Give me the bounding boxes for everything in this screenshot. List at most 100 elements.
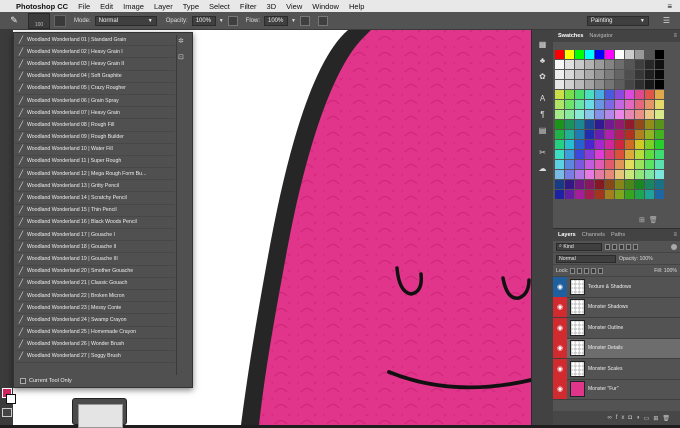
color-swatch[interactable] [625,180,634,189]
color-swatch[interactable] [645,70,654,79]
color-swatch[interactable] [655,160,664,169]
color-swatch[interactable] [605,110,614,119]
color-swatch[interactable] [585,190,594,199]
brush-preset-item[interactable]: ╱ Woodland Wonderland 18 | Gouache II [15,241,175,254]
color-swatch[interactable] [635,150,644,159]
brush-preset-item[interactable]: ╱ Woodland Wonderland 24 | Swamp Crayon [15,314,175,327]
color-swatch[interactable] [555,60,564,69]
color-swatch[interactable] [605,120,614,129]
color-swatch[interactable] [555,130,564,139]
airbrush-icon[interactable] [299,15,310,26]
color-swatch[interactable] [565,80,574,89]
brush-preset-item[interactable]: ╱ Woodland Wonderland 07 | Heavy Grain [15,107,175,120]
color-swatch[interactable] [615,120,624,129]
color-swatch[interactable] [605,50,614,59]
new-preset-icon[interactable]: ⊡ [178,53,184,61]
new-layer-icon[interactable]: ⊞ [653,415,662,422]
color-swatch[interactable] [585,140,594,149]
color-swatch[interactable] [615,50,624,59]
panel-menu-icon[interactable]: ≡ [673,33,677,39]
background-color-swatch[interactable] [6,394,16,404]
flow-input[interactable]: 100% [264,15,288,26]
color-swatch[interactable] [615,130,624,139]
color-swatch[interactable] [615,70,624,79]
brush-panel-toggle-icon[interactable] [54,14,66,27]
lock-image-icon[interactable] [576,267,582,274]
brush-preset-item[interactable]: ╱ Woodland Wonderland 02 | Heavy Grain I [15,46,175,59]
color-swatch[interactable] [565,100,574,109]
color-swatch[interactable] [585,100,594,109]
color-swatch[interactable] [625,80,634,89]
clone-source-icon[interactable]: ♣ [532,52,553,68]
brush-preset-item[interactable]: ╱ Woodland Wonderland 10 | Water Fill [15,144,175,156]
tab-navigator[interactable]: Navigator [586,33,616,39]
color-swatch[interactable] [615,90,624,99]
color-swatch[interactable] [635,130,644,139]
layer-row[interactable]: ◉ Monster Details [553,338,680,359]
eye-icon[interactable]: ◉ [553,379,567,400]
color-swatch[interactable] [605,170,614,179]
color-swatch[interactable] [585,70,594,79]
color-swatch[interactable] [635,90,644,99]
color-swatch[interactable] [635,50,644,59]
color-swatch[interactable] [645,130,654,139]
brush-list-scrollbar[interactable] [176,35,177,375]
color-swatch[interactable] [635,140,644,149]
eye-icon[interactable]: ◉ [553,297,567,318]
add-mask-icon[interactable]: ◘ [628,415,636,421]
color-swatch[interactable] [605,70,614,79]
color-swatch[interactable] [565,50,574,59]
pressure-size-icon[interactable] [317,15,328,26]
color-swatch[interactable] [645,80,654,89]
color-swatch[interactable] [555,160,564,169]
cloud-library-icon[interactable]: ☁ [532,160,553,176]
layer-row[interactable]: ◉ Texture & Shadows [553,276,680,298]
color-swatch[interactable] [615,80,624,89]
color-swatch[interactable] [585,130,594,139]
quick-mask-icon[interactable] [2,408,12,417]
layer-row[interactable]: ◉ Monster Outline [553,317,680,339]
fx-icon[interactable]: fx [616,415,629,421]
color-swatch[interactable] [615,190,624,199]
filter-pixel-icon[interactable] [605,243,610,250]
color-swatch[interactable] [585,80,594,89]
eye-icon[interactable]: ◉ [553,358,567,379]
brush-preset-item[interactable]: ╱ Woodland Wonderland 20 | Smother Gouach… [15,266,175,278]
color-swatch[interactable] [595,80,604,89]
color-swatch[interactable] [615,60,624,69]
brush-preset-picker[interactable]: 100 [28,12,50,29]
color-swatch[interactable] [585,180,594,189]
brush-preset-item[interactable]: ╱ Woodland Wonderland 21 | Classic Gouach [15,278,175,290]
chevron-down-icon[interactable]: ▼ [219,18,224,24]
color-swatch[interactable] [585,60,594,69]
workspace-select[interactable]: Painting ▼ [586,15,649,26]
gear-icon[interactable]: ✲ [178,37,184,45]
color-swatch[interactable] [595,190,604,199]
color-swatch[interactable] [585,110,594,119]
color-swatch[interactable] [555,50,564,59]
eye-icon[interactable]: ◉ [553,338,567,359]
menu-select[interactable]: Select [209,2,230,11]
menu-help[interactable]: Help [349,2,364,11]
color-swatch[interactable] [565,150,574,159]
eye-icon[interactable]: ◉ [553,276,567,297]
color-swatch[interactable] [655,110,664,119]
color-swatch[interactable] [635,110,644,119]
color-swatch[interactable] [635,100,644,109]
filter-smart-icon[interactable] [633,243,638,250]
color-swatch[interactable] [645,190,654,199]
color-swatch[interactable] [625,60,634,69]
menu-layer[interactable]: Layer [154,2,173,11]
brush-preset-item[interactable]: ╱ Woodland Wonderland 26 | Wonder Brush [15,339,175,351]
trash-icon[interactable]: 🗑 [662,415,674,422]
color-swatch[interactable] [595,110,604,119]
menu-window[interactable]: Window [312,2,339,11]
color-swatch[interactable] [595,120,604,129]
color-swatch[interactable] [605,130,614,139]
color-swatch[interactable] [635,170,644,179]
current-tool-only-checkbox[interactable] [20,378,26,384]
color-swatch[interactable] [585,50,594,59]
color-swatch[interactable] [605,140,614,149]
color-swatch[interactable] [595,160,604,169]
brush-preset-item[interactable]: ╱ Woodland Wonderland 06 | Grain Spray [15,95,175,108]
